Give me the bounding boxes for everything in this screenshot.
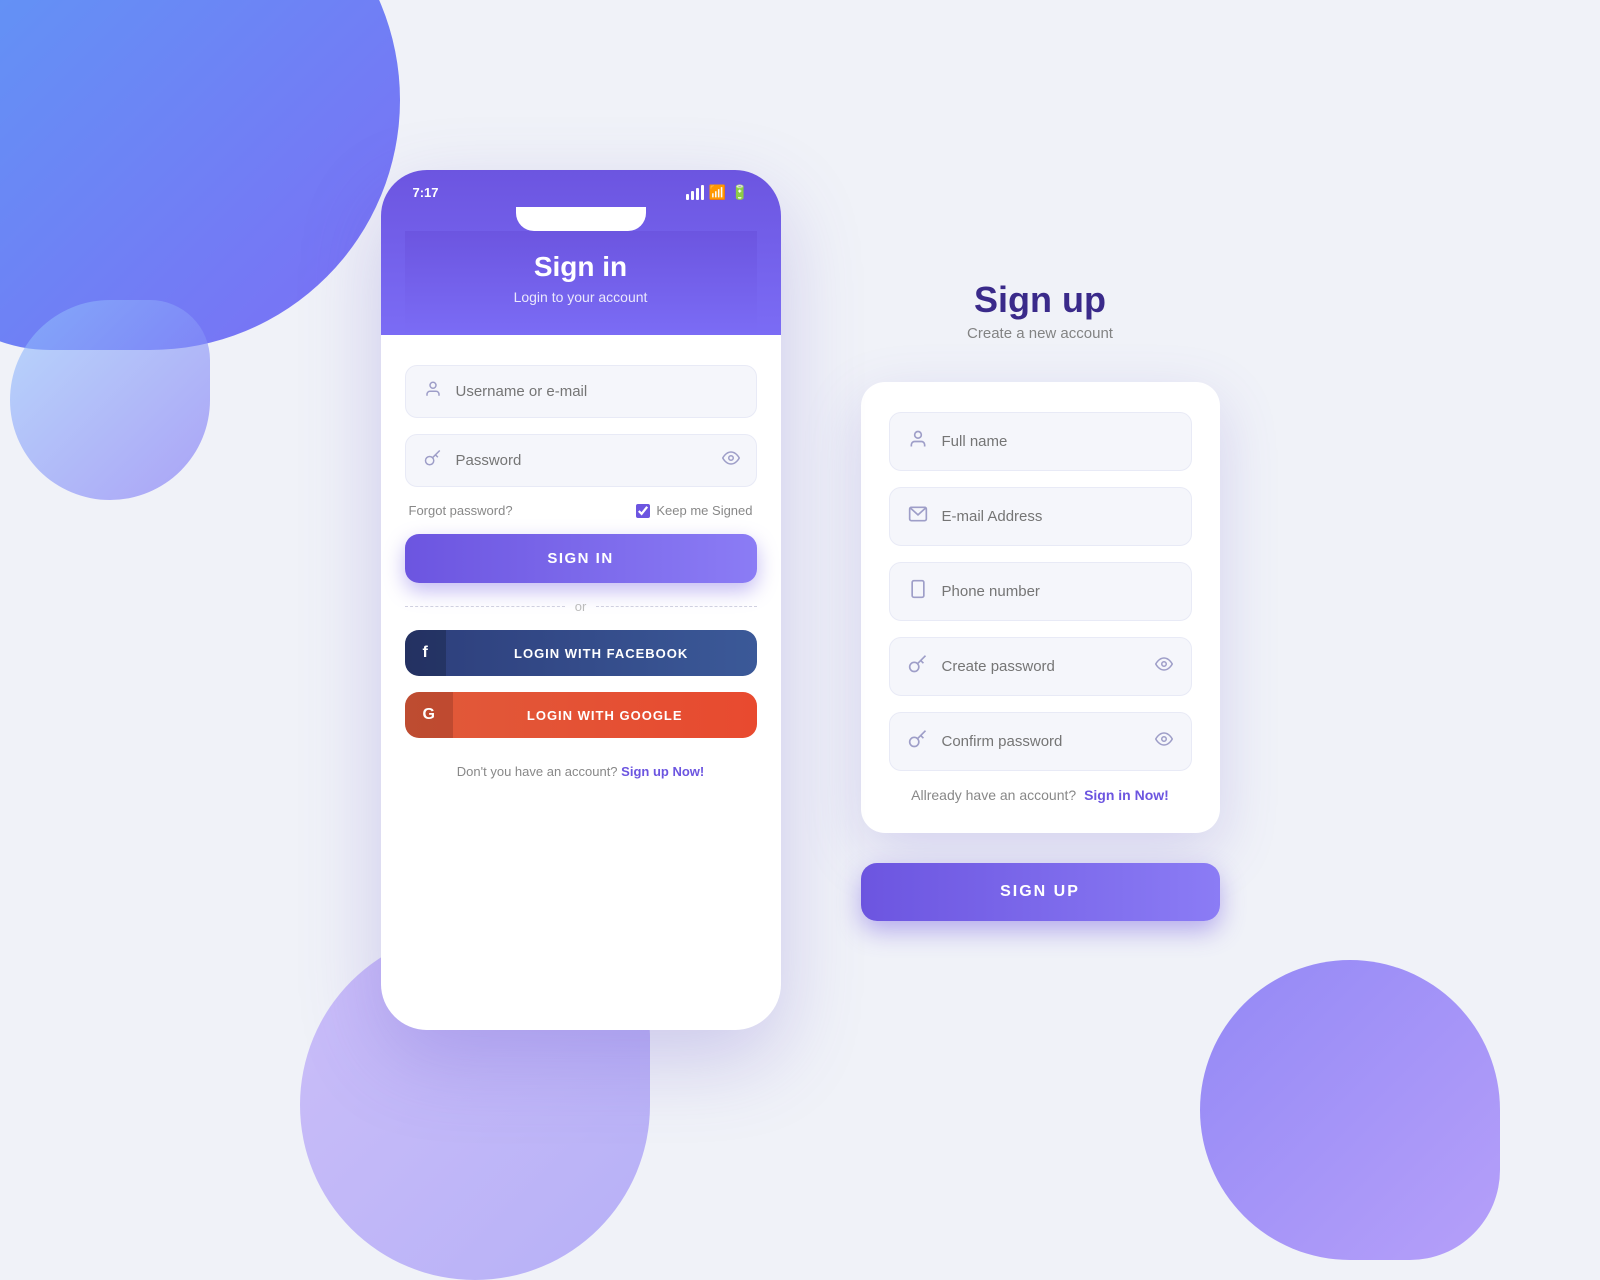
signup-subtitle: Create a new account <box>967 325 1113 342</box>
or-text: or <box>575 599 587 614</box>
signin-now-link[interactable]: Sign in Now! <box>1084 787 1169 803</box>
facebook-label: LOGIN WITH FACEBOOK <box>446 646 757 661</box>
confirm-password-input[interactable] <box>942 733 1141 750</box>
phone-header: Sign in Login to your account <box>405 231 757 335</box>
password-field <box>405 434 757 487</box>
password-input[interactable] <box>456 452 710 469</box>
confirm-password-field <box>889 712 1192 771</box>
phone-body: Forgot password? Keep me Signed SIGN IN … <box>381 335 781 1030</box>
phone-field <box>889 562 1192 621</box>
facebook-icon: f <box>405 630 446 676</box>
signup-title: Sign up <box>967 279 1113 321</box>
signup-card: Allready have an account? Sign in Now! <box>861 382 1220 833</box>
battery-icon: 🔋 <box>731 184 748 201</box>
username-field <box>405 365 757 418</box>
facebook-login-button[interactable]: f LOGIN WITH FACEBOOK <box>405 630 757 676</box>
keep-signed-text: Keep me Signed <box>656 503 752 518</box>
google-label: LOGIN WITH GOOGLE <box>453 708 757 723</box>
email-icon <box>908 504 928 529</box>
phone-notch <box>516 207 646 231</box>
google-login-button[interactable]: G LOGIN WITH GOOGLE <box>405 692 757 738</box>
signin-footer: Don't you have an account? Sign up Now! <box>405 764 757 779</box>
email-field <box>889 487 1192 546</box>
signup-header: Sign up Create a new account <box>967 279 1113 342</box>
create-password-field <box>889 637 1192 696</box>
signup-section: Sign up Create a new account <box>861 279 1220 921</box>
keep-signed-checkbox[interactable] <box>636 504 650 518</box>
signup-prompt-text: Don't you have an account? <box>457 764 618 779</box>
phone-notch-area: 7:17 📶 🔋 Sign in Login to your account <box>381 170 781 335</box>
signup-button[interactable]: SIGN UP <box>861 863 1220 921</box>
or-line-left <box>405 606 565 607</box>
confirm-password-eye-icon[interactable] <box>1155 730 1173 753</box>
or-line-right <box>596 606 756 607</box>
signin-prompt: Allready have an account? Sign in Now! <box>889 787 1192 803</box>
signin-title: Sign in <box>429 251 733 283</box>
keep-signed-label[interactable]: Keep me Signed <box>636 503 752 518</box>
user-icon <box>422 380 444 403</box>
email-input[interactable] <box>942 508 1173 525</box>
already-text: Allready have an account? <box>911 787 1076 803</box>
phone-time: 7:17 <box>413 185 439 200</box>
status-icons: 📶 🔋 <box>686 184 749 201</box>
key-icon <box>422 449 444 472</box>
signin-phone-mockup: 7:17 📶 🔋 Sign in Login to your account <box>381 170 781 1030</box>
phone-status-bar: 7:17 📶 🔋 <box>405 170 757 207</box>
create-password-eye-icon[interactable] <box>1155 655 1173 678</box>
user-icon <box>908 429 928 454</box>
signup-now-link[interactable]: Sign up Now! <box>621 764 704 779</box>
username-input[interactable] <box>456 383 740 400</box>
forgot-password-link[interactable]: Forgot password? <box>409 503 513 518</box>
google-icon: G <box>405 692 453 738</box>
phone-input[interactable] <box>942 583 1173 600</box>
signin-button[interactable]: SIGN IN <box>405 534 757 583</box>
or-divider: or <box>405 599 757 614</box>
signin-subtitle: Login to your account <box>429 289 733 305</box>
fullname-field <box>889 412 1192 471</box>
create-password-input[interactable] <box>942 658 1141 675</box>
signal-icon <box>686 185 704 200</box>
password-eye-icon[interactable] <box>722 449 740 472</box>
key-icon-confirm <box>908 729 928 754</box>
main-container: 7:17 📶 🔋 Sign in Login to your account <box>0 0 1600 1200</box>
fullname-input[interactable] <box>942 433 1173 450</box>
key-icon <box>908 654 928 679</box>
wifi-icon: 📶 <box>709 184 726 201</box>
phone-icon <box>908 579 928 604</box>
forgot-row: Forgot password? Keep me Signed <box>405 503 757 518</box>
